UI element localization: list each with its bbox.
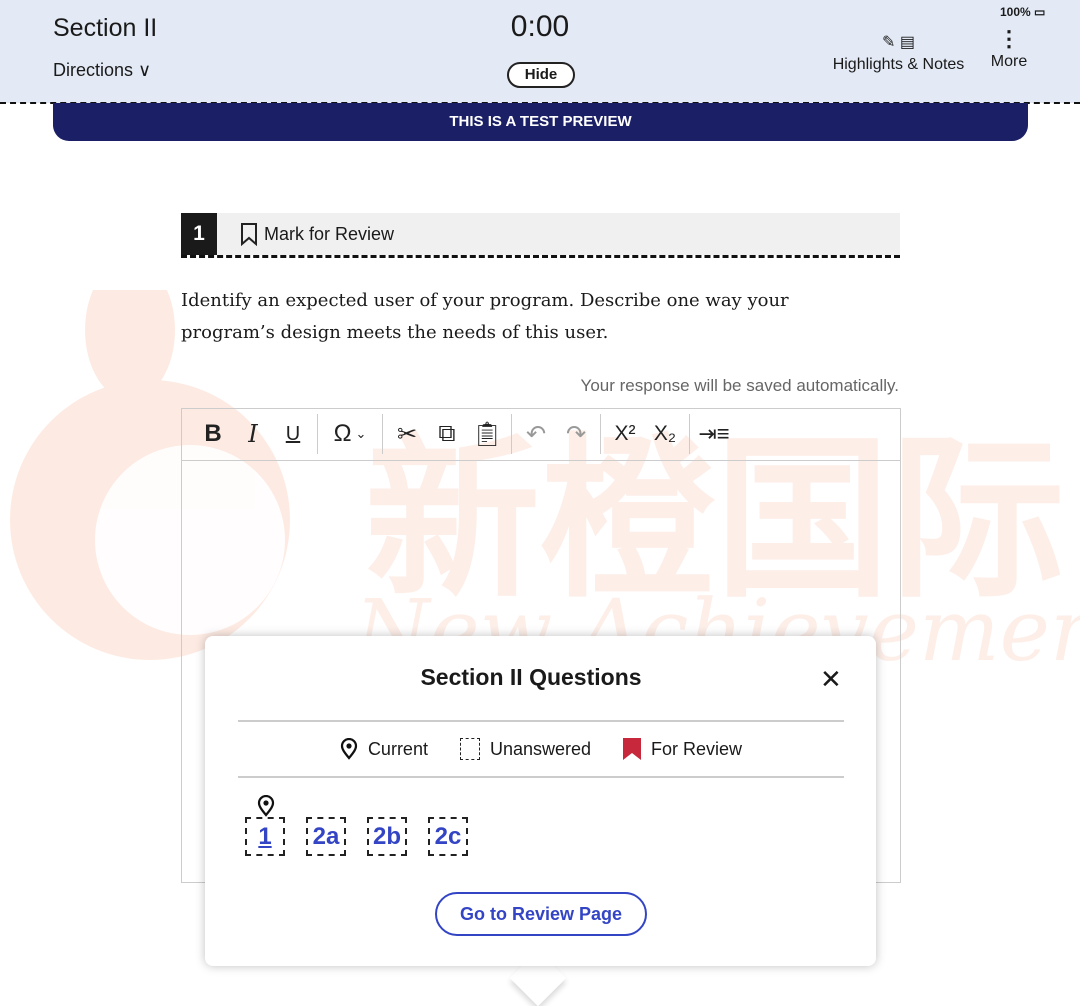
toolbar-separator [600,414,601,454]
legend-current: Current [340,738,428,760]
cut-button[interactable]: ✂ [387,414,427,454]
popup-divider [238,720,844,722]
bookmark-filled-icon [623,738,642,760]
directions-dropdown[interactable]: Directions ∨ [53,60,151,81]
chevron-down-icon: ∨ [138,60,152,80]
mark-label: Mark for Review [264,223,395,244]
legend-current-label: Current [367,738,428,759]
copy-icon: ⧉ [438,420,456,447]
close-icon[interactable]: ✕ [820,664,842,695]
legend-review-label: For Review [651,738,743,759]
highlights-label: Highlights & Notes [832,56,965,73]
bookmark-icon [241,223,257,246]
mark-for-review-button[interactable]: Mark for Review [240,222,394,246]
legend-for-review: For Review [623,738,742,760]
directions-label: Directions [53,60,134,80]
omega-icon: Ω [333,420,352,447]
more-button[interactable]: ⋮ More [985,26,1033,71]
subscript-button[interactable]: X₂ [645,414,685,454]
battery-percent: 100% [1000,5,1031,19]
toolbar-separator [317,414,318,454]
hide-timer-button[interactable]: Hide [507,62,575,88]
undo-icon: ↶ [525,420,547,448]
more-label: More [990,53,1028,70]
battery-status: 100% ▭ [1000,5,1045,19]
scissors-icon: ✂ [396,420,418,448]
toolbar-separator [689,414,690,454]
toolbar-separator [511,414,512,454]
timer: 0:00 [510,10,570,43]
copy-button[interactable]: ⧉ [427,414,467,454]
redo-icon: ↷ [565,420,587,448]
redo-button[interactable]: ↷ [556,414,596,454]
indent-button[interactable]: ⇥≡ [694,414,734,454]
more-vertical-icon: ⋮ [998,26,1020,51]
go-to-review-page-button[interactable]: Go to Review Page [435,892,647,936]
autosave-note: Your response will be saved automaticall… [580,376,899,395]
location-pin-icon [340,738,358,760]
question-2b-button[interactable]: 2b [367,817,407,856]
question-divider [181,255,900,258]
current-location-pin-icon [257,795,275,817]
highlights-notes-button[interactable]: ✎ ▤ Highlights & Notes [826,32,971,74]
indent-icon: ⇥≡ [698,421,730,446]
question-2a-button[interactable]: 2a [306,817,346,856]
clipboard-icon: 📋︎ [471,420,503,448]
superscript-button[interactable]: X² [605,414,645,454]
popup-title: Section II Questions [420,664,642,690]
legend-unanswered: Unanswered [459,738,592,760]
question-2c-button[interactable]: 2c [428,817,468,856]
question-prompt: Identify an expected user of your progra… [181,290,789,343]
toolbar-separator [382,414,383,454]
question-1-button[interactable]: 1 [245,817,285,856]
highlighter-note-icon: ✎ ▤ [882,34,915,51]
section-title: Section II [53,14,158,42]
paste-button[interactable]: 📋︎ [467,414,507,454]
popup-divider [238,776,844,778]
underline-button[interactable]: U [273,414,313,454]
question-number: 1 [181,213,217,255]
editor-toolbar: B I U Ω ⌄ ✂ ⧉ 📋︎ ↶ ↷ X² X₂ ⇥≡ [181,408,901,461]
legend: Current Unanswered For Review [238,738,844,760]
dashed-box-icon [459,738,480,760]
special-characters-button[interactable]: Ω ⌄ [322,414,378,454]
chevron-down-icon: ⌄ [355,426,367,441]
italic-button[interactable]: I [233,414,273,454]
undo-button[interactable]: ↶ [516,414,556,454]
legend-unanswered-label: Unanswered [489,738,592,759]
test-preview-banner: THIS IS A TEST PREVIEW [53,103,1028,141]
bold-button[interactable]: B [193,414,233,454]
battery-icon: ▭ [1034,5,1046,19]
